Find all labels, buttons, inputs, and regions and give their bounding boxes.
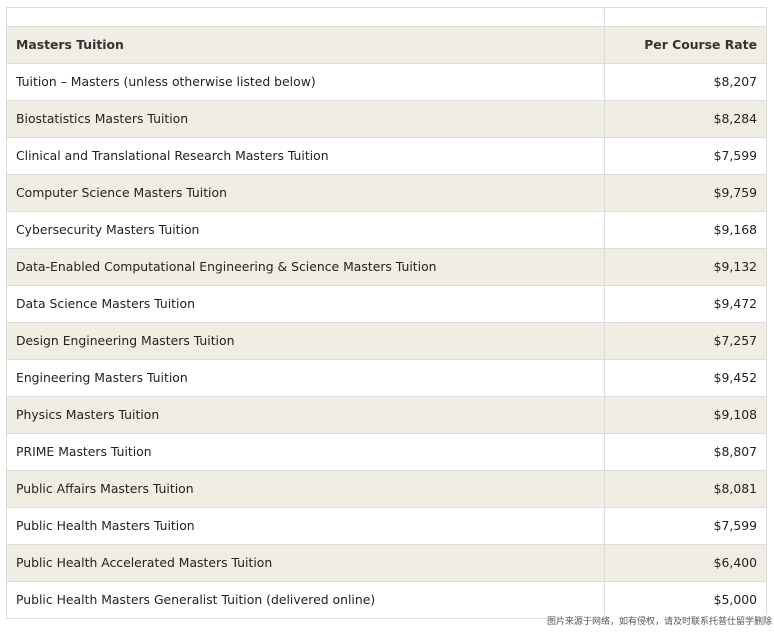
table-row: Public Health Masters Generalist Tuition… xyxy=(6,581,767,619)
program-name-cell: Tuition – Masters (unless otherwise list… xyxy=(6,63,605,101)
table-row: Tuition – Masters (unless otherwise list… xyxy=(6,63,767,101)
program-name-cell: Data-Enabled Computational Engineering &… xyxy=(6,248,605,286)
watermark-text: 图片来源于网络，如有侵权，请及时联系托普仕留学删除 xyxy=(546,614,772,627)
program-name-cell: Cybersecurity Masters Tuition xyxy=(6,211,605,249)
per-course-rate-cell: $8,284 xyxy=(604,100,767,138)
per-course-rate-cell: $9,168 xyxy=(604,211,767,249)
table-row: Data-Enabled Computational Engineering &… xyxy=(6,248,767,286)
table-row: Clinical and Translational Research Mast… xyxy=(6,137,767,175)
table-row: Biostatistics Masters Tuition $8,284 xyxy=(6,100,767,138)
program-name-cell: Engineering Masters Tuition xyxy=(6,359,605,397)
program-name-cell: Public Health Masters Tuition xyxy=(6,507,605,545)
program-name-cell: Design Engineering Masters Tuition xyxy=(6,322,605,360)
per-course-rate-cell: $9,472 xyxy=(604,285,767,323)
program-name-cell: PRIME Masters Tuition xyxy=(6,433,605,471)
per-course-rate-cell: $9,452 xyxy=(604,359,767,397)
table-row: Engineering Masters Tuition $9,452 xyxy=(6,359,767,397)
table-row: Design Engineering Masters Tuition $7,257 xyxy=(6,322,767,360)
tuition-table: Masters Tuition Per Course Rate Tuition … xyxy=(6,7,767,619)
per-course-rate-cell: $5,000 xyxy=(604,581,767,619)
column-header-per-course-rate: Per Course Rate xyxy=(604,26,767,64)
program-name-cell: Biostatistics Masters Tuition xyxy=(6,100,605,138)
table-row: Public Health Accelerated Masters Tuitio… xyxy=(6,544,767,582)
table-header-row: Masters Tuition Per Course Rate xyxy=(6,26,767,64)
program-name-cell: Computer Science Masters Tuition xyxy=(6,174,605,212)
program-name-cell: Public Affairs Masters Tuition xyxy=(6,470,605,508)
per-course-rate-cell: $7,599 xyxy=(604,507,767,545)
table-row: Public Health Masters Tuition $7,599 xyxy=(6,507,767,545)
program-name-cell: Data Science Masters Tuition xyxy=(6,285,605,323)
table-row: Computer Science Masters Tuition $9,759 xyxy=(6,174,767,212)
per-course-rate-cell: $7,599 xyxy=(604,137,767,175)
per-course-rate-cell: $8,081 xyxy=(604,470,767,508)
per-course-rate-cell: $8,807 xyxy=(604,433,767,471)
blank-cell xyxy=(604,7,767,27)
per-course-rate-cell: $7,257 xyxy=(604,322,767,360)
program-name-cell: Public Health Accelerated Masters Tuitio… xyxy=(6,544,605,582)
per-course-rate-cell: $8,207 xyxy=(604,63,767,101)
per-course-rate-cell: $9,108 xyxy=(604,396,767,434)
program-name-cell: Physics Masters Tuition xyxy=(6,396,605,434)
table-row: Data Science Masters Tuition $9,472 xyxy=(6,285,767,323)
page: Masters Tuition Per Course Rate Tuition … xyxy=(0,0,774,633)
table-row: Cybersecurity Masters Tuition $9,168 xyxy=(6,211,767,249)
program-name-cell: Public Health Masters Generalist Tuition… xyxy=(6,581,605,619)
blank-row xyxy=(6,7,767,27)
column-header-masters-tuition: Masters Tuition xyxy=(6,26,605,64)
table-row: Physics Masters Tuition $9,108 xyxy=(6,396,767,434)
per-course-rate-cell: $9,759 xyxy=(604,174,767,212)
program-name-cell: Clinical and Translational Research Mast… xyxy=(6,137,605,175)
blank-cell xyxy=(6,7,605,27)
per-course-rate-cell: $9,132 xyxy=(604,248,767,286)
table-row: PRIME Masters Tuition $8,807 xyxy=(6,433,767,471)
table-row: Public Affairs Masters Tuition $8,081 xyxy=(6,470,767,508)
per-course-rate-cell: $6,400 xyxy=(604,544,767,582)
